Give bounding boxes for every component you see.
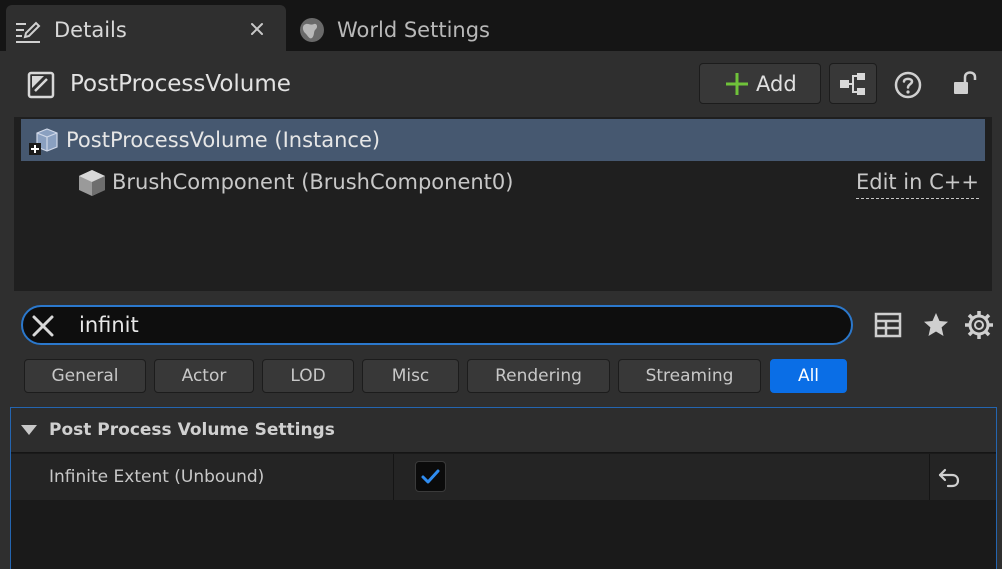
edit-in-cpp-link[interactable]: Edit in C++ [855, 166, 979, 199]
actor-name: PostProcessVolume [70, 71, 291, 97]
cube-icon [79, 170, 105, 196]
filter-all[interactable]: All [770, 359, 847, 393]
component-label: PostProcessVolume (Instance) [66, 128, 381, 152]
search-input[interactable]: infinit [21, 305, 853, 345]
property-section: Post Process Volume Settings Infinite Ex… [10, 407, 997, 569]
filter-rendering[interactable]: Rendering [467, 359, 610, 393]
unlock-icon[interactable] [950, 67, 980, 99]
section-header[interactable]: Post Process Volume Settings [11, 408, 996, 453]
section-title: Post Process Volume Settings [49, 420, 335, 440]
tab-world-settings-label: World Settings [337, 18, 490, 42]
tab-details[interactable]: Details [6, 5, 286, 51]
instance-icon [29, 128, 58, 155]
gear-icon[interactable] [963, 309, 995, 341]
filter-general[interactable]: General [24, 359, 146, 393]
component-label: BrushComponent (BrushComponent0) [112, 170, 514, 194]
tab-details-label: Details [54, 18, 127, 42]
filter-streaming[interactable]: Streaming [618, 359, 761, 393]
help-icon[interactable] [892, 69, 924, 101]
reset-to-default-icon[interactable] [937, 466, 961, 488]
column-divider [393, 454, 394, 500]
caret-down-icon [21, 425, 37, 435]
property-name: Infinite Extent (Unbound) [49, 467, 265, 487]
close-icon[interactable] [246, 18, 268, 40]
add-component-button[interactable]: Add [699, 63, 821, 104]
filter-misc[interactable]: Misc [362, 359, 459, 393]
tab-bar: Details World Settings [0, 0, 1002, 51]
tab-world-settings[interactable]: World Settings [292, 5, 522, 51]
pencil-icon [16, 21, 41, 43]
blueprint-button[interactable] [829, 63, 877, 104]
filter-lod[interactable]: LOD [262, 359, 354, 393]
filter-actor[interactable]: Actor [154, 359, 254, 393]
details-panel: PostProcessVolume Add PostProcessVolume … [0, 51, 1002, 569]
component-row-instance[interactable]: PostProcessVolume (Instance) [21, 119, 985, 161]
component-tree: PostProcessVolume (Instance) BrushCompon… [14, 117, 992, 291]
globe-icon [300, 18, 324, 42]
star-icon[interactable] [921, 310, 951, 340]
search-value: infinit [79, 313, 139, 337]
property-row: Infinite Extent (Unbound) [11, 454, 996, 500]
column-divider [929, 454, 930, 500]
add-button-label: Add [756, 72, 797, 96]
close-icon[interactable] [31, 314, 55, 338]
table-icon[interactable] [873, 310, 903, 340]
checkmark-icon [421, 469, 440, 484]
plus-icon [726, 73, 748, 95]
post-process-volume-icon [27, 71, 55, 99]
details-header: PostProcessVolume Add [0, 51, 1002, 117]
hierarchy-icon [840, 73, 865, 95]
infinite-extent-checkbox[interactable] [415, 461, 446, 492]
component-row-brush[interactable]: BrushComponent (BrushComponent0) Edit in… [21, 161, 985, 203]
